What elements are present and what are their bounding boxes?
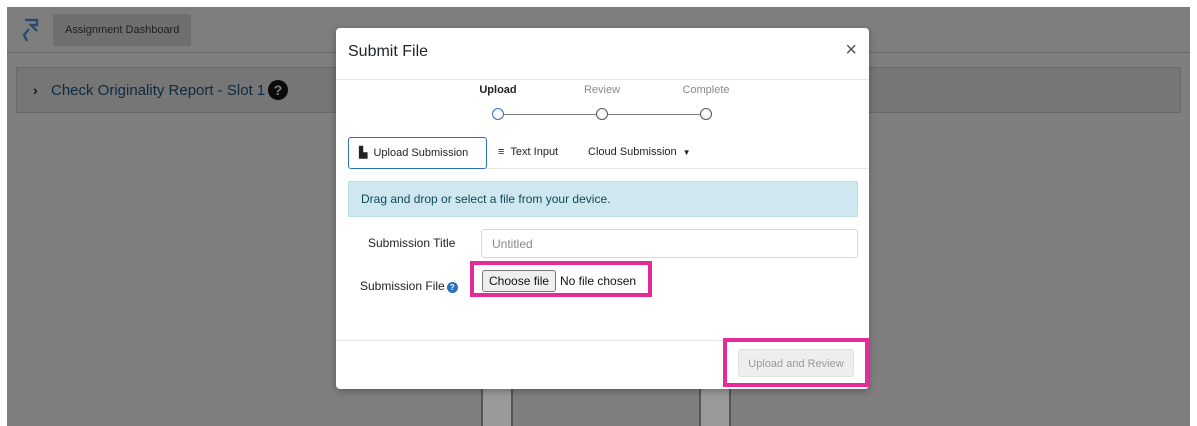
align-left-icon: ≡ (498, 146, 505, 158)
tab-upload-submission[interactable]: ▙ Upload Submission (348, 137, 487, 169)
submission-tabs: ▙ Upload Submission ≡ Text Input Cloud Sub… (348, 137, 869, 169)
info-alert: Drag and drop or select a file from your… (348, 181, 858, 217)
step-upload-label: Upload (479, 84, 517, 96)
submission-file-label: Submission File? (360, 279, 458, 293)
divider (336, 79, 869, 80)
file-icon: ▙ (359, 147, 368, 159)
step-review-dot (596, 108, 608, 120)
tab-label: Upload Submission (373, 147, 469, 159)
chevron-right-icon: › (33, 82, 38, 98)
divider (486, 168, 869, 169)
upload-and-review-button[interactable]: Upload and Review (738, 349, 854, 377)
panel-title: Check Originality Report - Slot 1 (51, 82, 266, 99)
submission-title-label: Submission Title (368, 236, 456, 250)
background-shape (481, 389, 513, 426)
step-complete-label: Complete (682, 84, 730, 96)
tab-label: Text Input (510, 146, 559, 158)
file-status: No file chosen (560, 274, 637, 288)
step-upload-dot (492, 108, 504, 120)
step-review-label: Review (583, 84, 621, 96)
choose-file-button[interactable]: Choose file (482, 270, 557, 292)
step-complete-dot (700, 108, 712, 120)
tab-label: Cloud Submission (588, 146, 677, 158)
caret-down-icon: ▼ (682, 148, 691, 157)
submission-title-input[interactable] (481, 229, 858, 258)
submission-file-label-text: Submission File (360, 279, 445, 293)
help-icon[interactable]: ? (268, 80, 288, 100)
modal-title: Submit File (348, 43, 429, 60)
tab-cloud-submission[interactable]: Cloud Submission ▼ (578, 137, 701, 169)
assignment-dashboard-tab[interactable]: Assignment Dashboard (53, 14, 192, 46)
background-shape (699, 389, 731, 426)
submit-file-modal: Submit File × Upload Review Complete ▙ Up… (336, 28, 869, 389)
app-logo-icon (22, 18, 39, 42)
tab-text-input[interactable]: ≡ Text Input (488, 137, 568, 169)
help-icon[interactable]: ? (446, 282, 458, 293)
close-button[interactable]: × (845, 40, 857, 60)
